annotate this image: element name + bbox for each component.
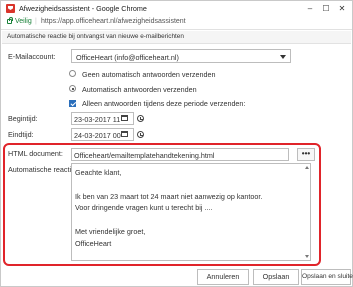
secure-label: Veilig: [15, 18, 32, 25]
begin-clock-icon[interactable]: [135, 112, 146, 125]
end-calendar-icon[interactable]: [119, 128, 130, 141]
banner-text: Automatische reactie bij ontvangst van n…: [7, 33, 184, 40]
browser-window: Afwezigheidsassistent - Google Chrome – …: [0, 0, 353, 287]
begin-time-value: 23-03-2017 11: [74, 115, 121, 124]
begin-time-label: Begintijd:: [8, 114, 38, 123]
begin-calendar-icon[interactable]: [119, 112, 130, 125]
url-text[interactable]: https://app.officeheart.nl/afwezigheidsa…: [41, 18, 186, 25]
maximize-button[interactable]: ☐: [319, 3, 333, 14]
reply-line: OfficeHeart: [75, 239, 112, 248]
address-separator: |: [35, 18, 37, 25]
period-checkbox-label[interactable]: Alleen antwoorden tijdens deze periode v…: [82, 99, 245, 108]
reply-line: Voor dringende vragen kunt u terecht bij…: [75, 203, 213, 212]
email-account-label: E-Mailaccount:: [8, 52, 56, 61]
end-time-label: Eindtijd:: [8, 130, 34, 139]
close-button[interactable]: ✕: [335, 3, 349, 14]
radio-auto-reply[interactable]: [69, 85, 76, 92]
reply-line: Ik ben van 23 maart tot 24 maart niet aa…: [75, 192, 263, 201]
save-button[interactable]: Opslaan: [253, 269, 299, 285]
html-document-input[interactable]: Officeheart/emailtemplatehandtekening.ht…: [71, 148, 289, 161]
auto-reply-label: Automatische reacti: [8, 165, 72, 174]
radio-no-auto-reply[interactable]: [69, 70, 76, 77]
address-bar[interactable]: Veilig | https://app.officeheart.nl/afwe…: [1, 16, 352, 30]
email-account-select[interactable]: OfficeHeart (info@officeheart.nl): [71, 49, 291, 63]
save-and-close-button[interactable]: Opslaan en sluiten: [301, 269, 353, 285]
period-checkbox[interactable]: [69, 100, 76, 107]
chevron-down-icon: [280, 55, 286, 59]
window-title: Afwezigheidsassistent - Google Chrome: [19, 4, 147, 13]
end-time-value: 24-03-2017 00: [74, 131, 121, 140]
scroll-up-icon[interactable]: [305, 166, 309, 169]
title-bar: Afwezigheidsassistent - Google Chrome – …: [1, 1, 352, 16]
info-banner: Automatische reactie bij ontvangst van n…: [2, 31, 351, 44]
html-document-label: HTML document:: [8, 149, 63, 158]
end-clock-icon[interactable]: [135, 128, 146, 141]
reply-line: Met vriendelijke groet,: [75, 227, 146, 236]
browse-button[interactable]: •••: [297, 148, 315, 161]
app-shield-icon: [6, 4, 15, 13]
auto-reply-editor[interactable]: Geachte klant, Ik ben van 23 maart tot 2…: [71, 163, 311, 261]
minimize-button[interactable]: –: [303, 3, 317, 14]
radio-no-auto-reply-label[interactable]: Geen automatisch antwoorden verzenden: [82, 70, 215, 79]
html-document-value: Officeheart/emailtemplatehandtekening.ht…: [74, 151, 215, 160]
lock-icon: [7, 17, 13, 24]
cancel-button[interactable]: Annuleren: [197, 269, 249, 285]
email-account-value: OfficeHeart (info@officeheart.nl): [76, 53, 179, 62]
radio-auto-reply-label[interactable]: Automatisch antwoorden verzenden: [82, 85, 197, 94]
reply-line: Geachte klant,: [75, 168, 122, 177]
scroll-down-icon[interactable]: [305, 255, 309, 258]
